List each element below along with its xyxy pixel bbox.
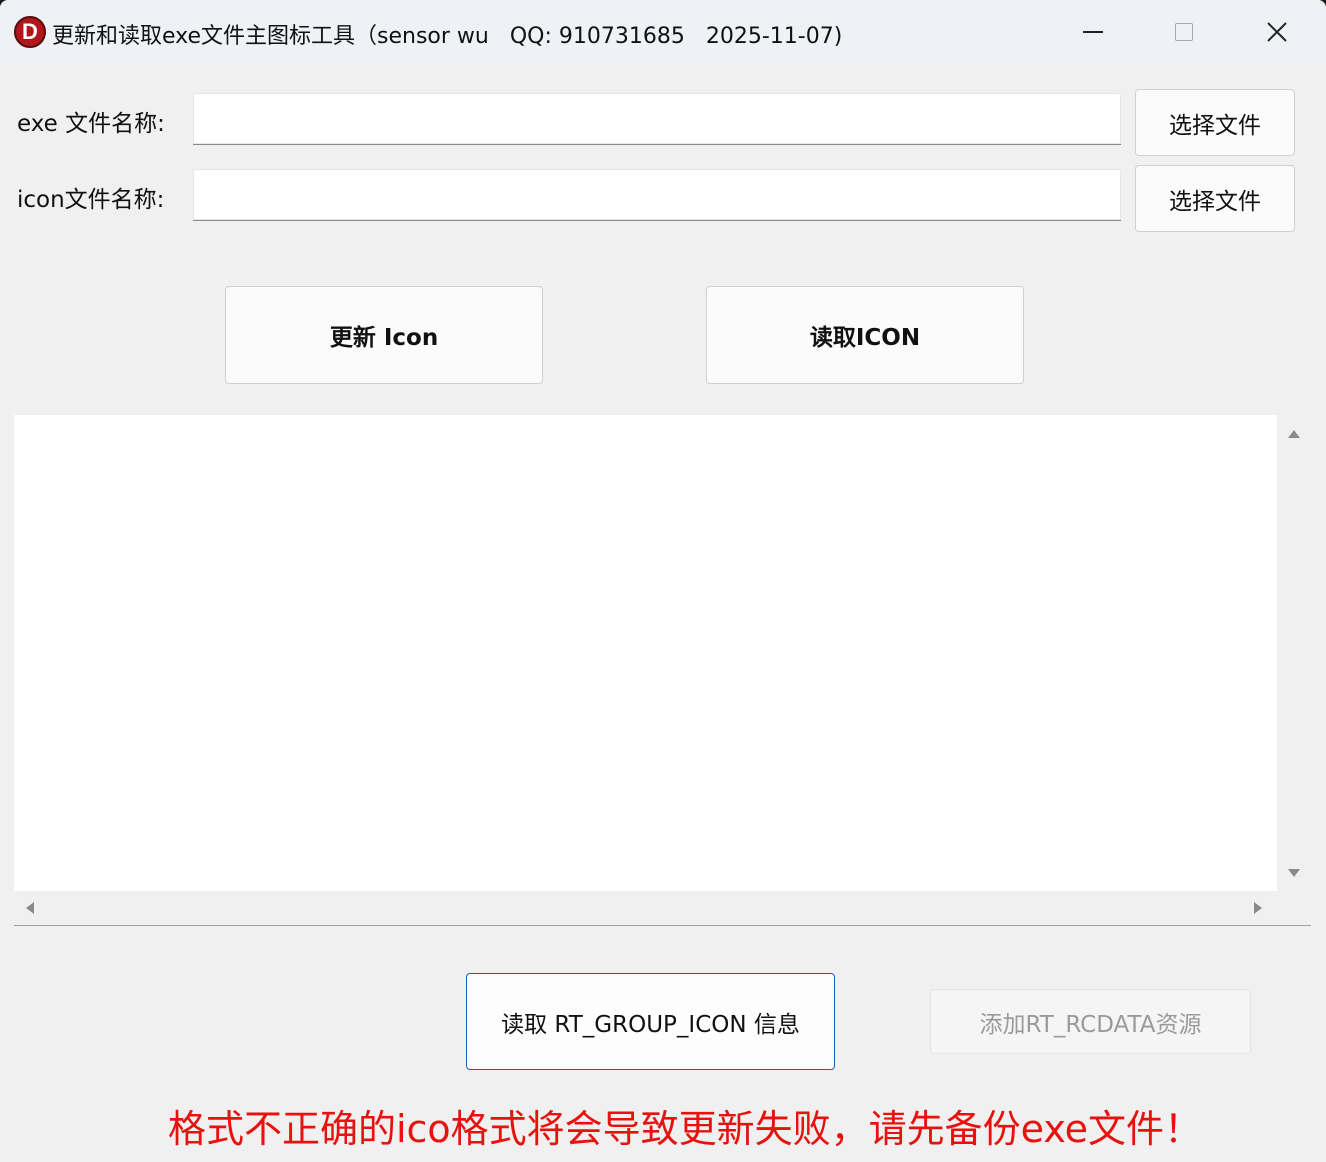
exe-browse-button[interactable]: 选择文件 xyxy=(1135,89,1295,156)
log-textarea[interactable] xyxy=(14,415,1311,926)
update-icon-button[interactable]: 更新 Icon xyxy=(225,286,543,384)
app-window: D 更新和读取exe文件主图标工具（sensor wu QQ: 91073168… xyxy=(0,0,1326,1162)
app-logo-icon: D xyxy=(14,16,46,48)
minimize-button[interactable] xyxy=(1048,0,1138,64)
horizontal-scrollbar[interactable] xyxy=(14,891,1277,925)
title-bar[interactable]: D 更新和读取exe文件主图标工具（sensor wu QQ: 91073168… xyxy=(0,0,1326,64)
scroll-up-icon[interactable] xyxy=(1288,430,1300,438)
read-group-icon-button[interactable]: 读取 RT_GROUP_ICON 信息 xyxy=(466,973,835,1070)
scroll-right-icon[interactable] xyxy=(1254,902,1262,914)
icon-file-input[interactable] xyxy=(193,169,1121,221)
icon-browse-button[interactable]: 选择文件 xyxy=(1135,165,1295,232)
icon-file-label: icon文件名称: xyxy=(17,187,165,213)
warning-message: 格式不正确的ico格式将会导致更新失败，请先备份exe文件！ xyxy=(167,1107,1203,1151)
log-content[interactable] xyxy=(14,415,1277,891)
maximize-icon xyxy=(1175,23,1193,41)
vertical-scrollbar[interactable] xyxy=(1277,415,1311,891)
exe-file-label: exe 文件名称: xyxy=(17,111,165,137)
maximize-button[interactable] xyxy=(1138,0,1228,64)
read-icon-button[interactable]: 读取ICON xyxy=(706,286,1024,384)
minimize-icon xyxy=(1083,31,1103,33)
scroll-left-icon[interactable] xyxy=(26,902,34,914)
close-button[interactable] xyxy=(1232,0,1322,64)
window-title: 更新和读取exe文件主图标工具（sensor wu QQ: 910731685 … xyxy=(52,24,843,49)
scroll-down-icon[interactable] xyxy=(1288,869,1300,877)
add-rcdata-button[interactable]: 添加RT_RCDATA资源 xyxy=(930,989,1251,1054)
scrollbar-corner xyxy=(1277,891,1311,925)
exe-file-input[interactable] xyxy=(193,93,1121,145)
close-icon xyxy=(1267,22,1287,42)
